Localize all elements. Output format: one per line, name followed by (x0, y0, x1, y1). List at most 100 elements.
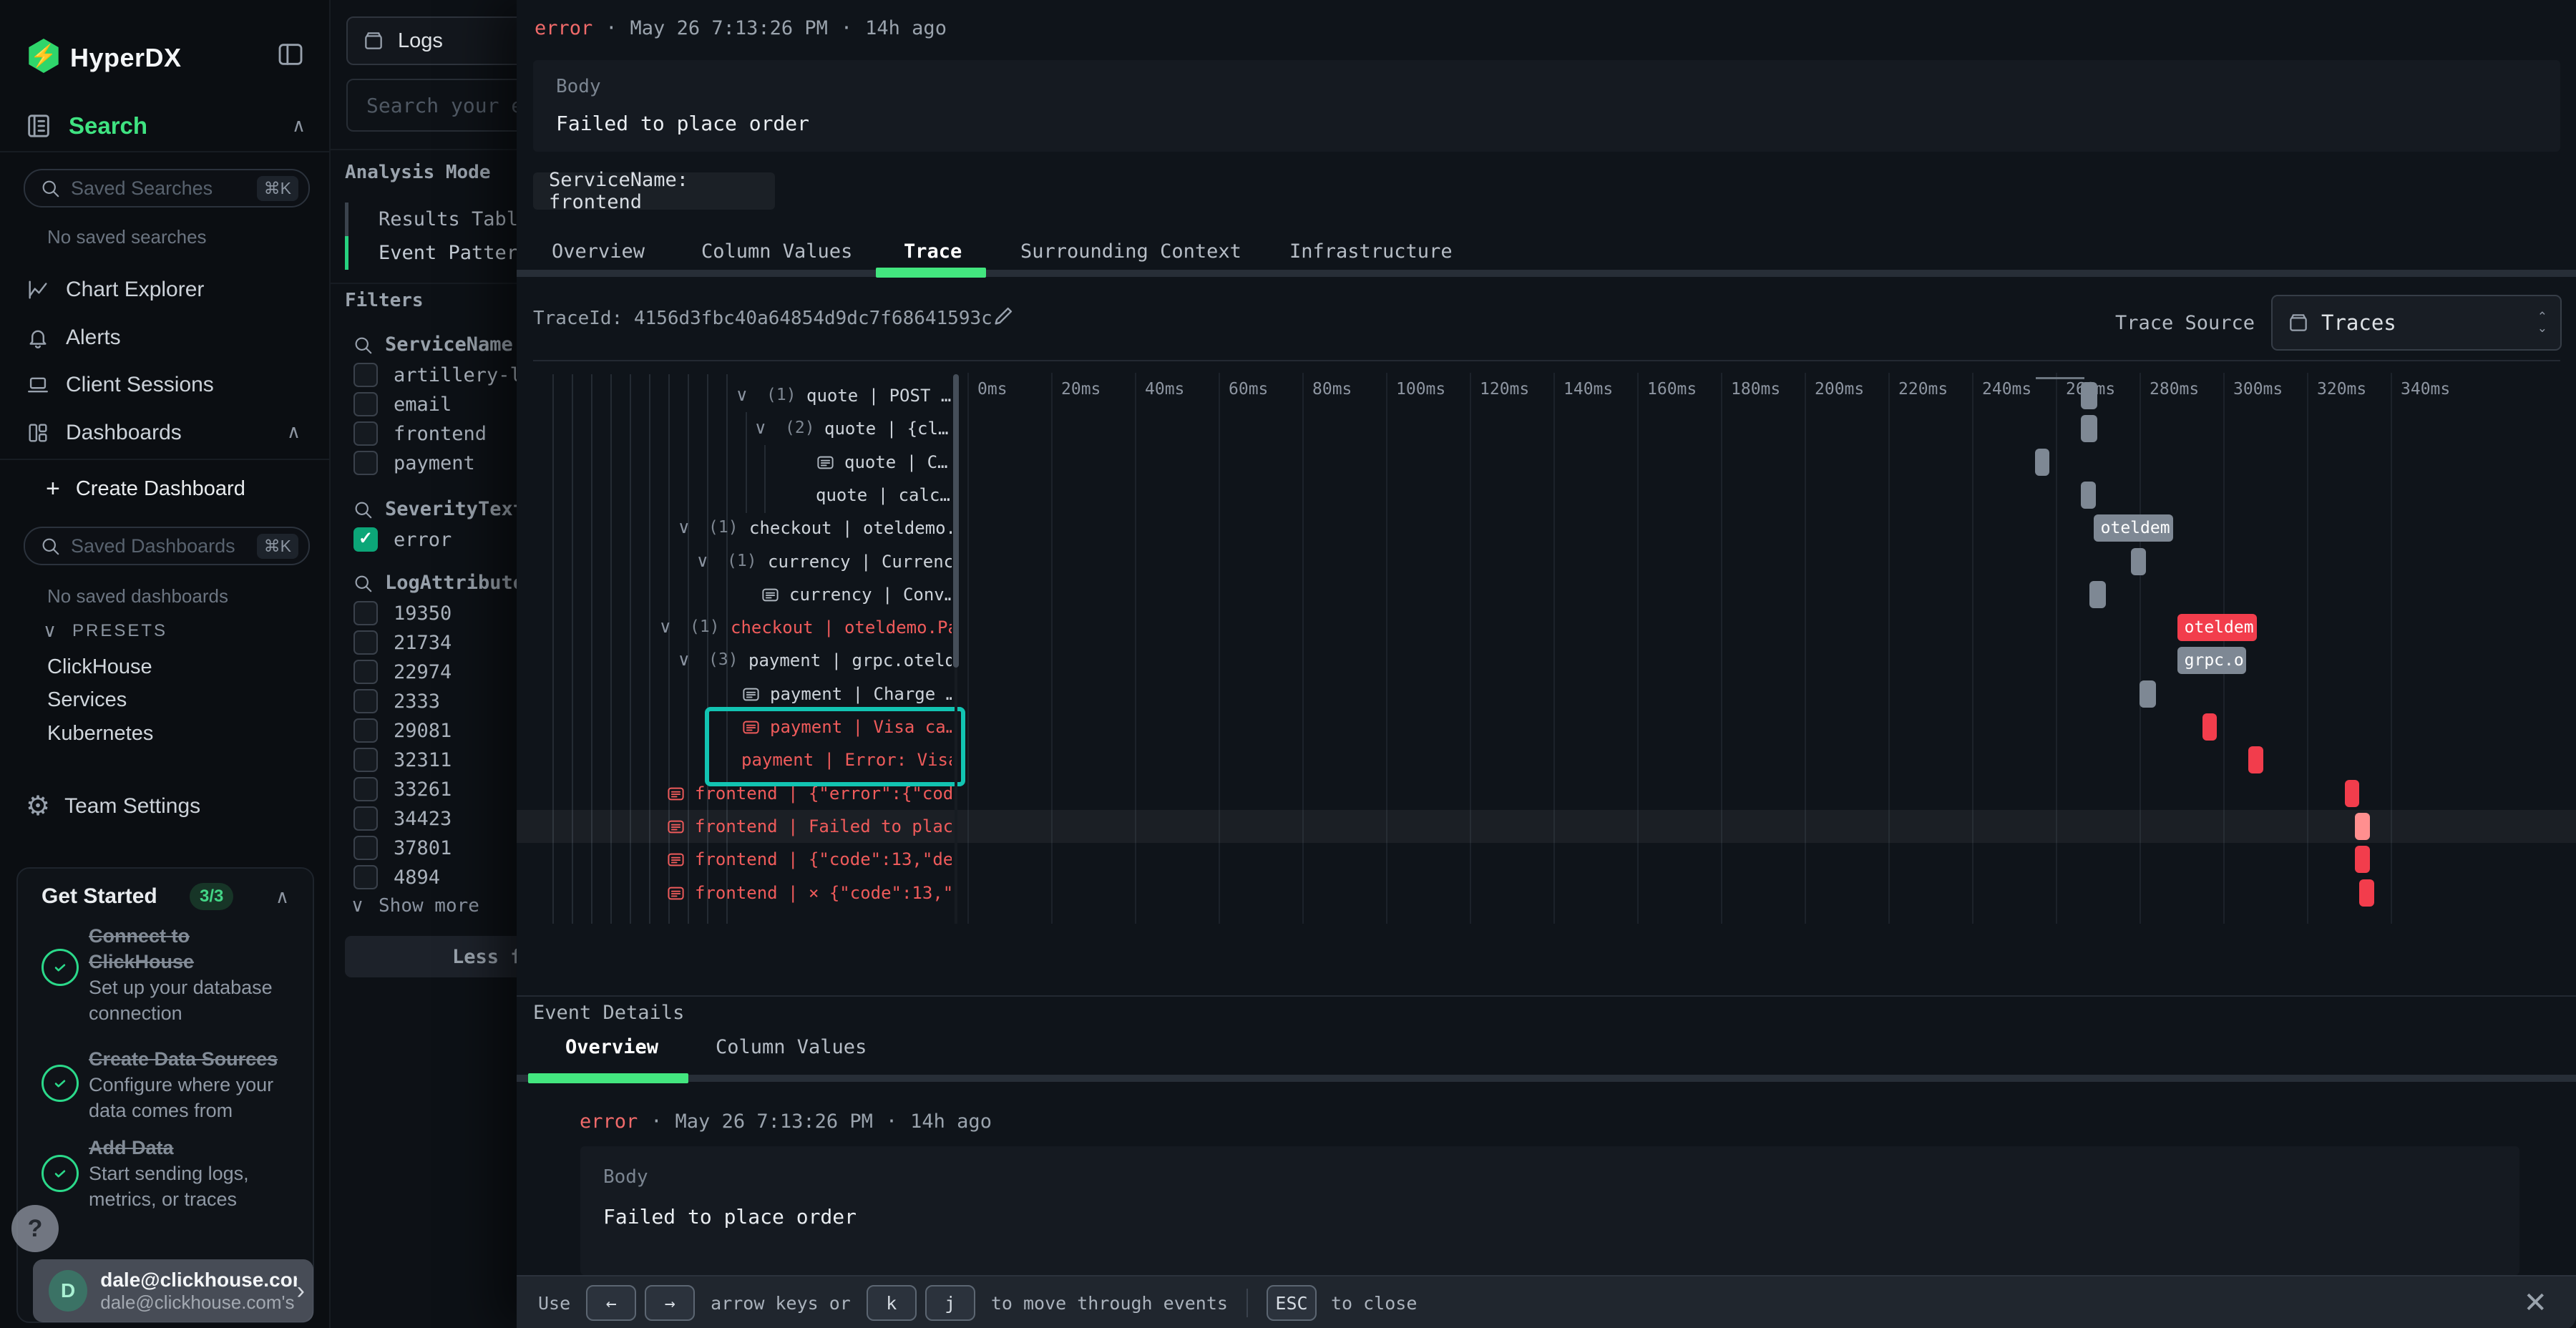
trace-row[interactable]: frontend | {"code":13,"det… (517, 843, 2576, 876)
team-settings-button[interactable]: ⚙ Team Settings (26, 790, 200, 822)
sidebar-preset-kubernetes[interactable]: Kubernetes (47, 722, 153, 746)
checkbox[interactable] (353, 363, 378, 387)
saved-dashboards-input[interactable]: Saved Dashboards ⌘K (24, 527, 310, 565)
trace-row[interactable]: payment | Charge … (517, 678, 2576, 711)
show-more-button[interactable]: ∨ Show more (351, 894, 479, 917)
filter-option-33261[interactable]: 33261 (353, 777, 452, 801)
checkbox[interactable] (353, 451, 378, 475)
trace-row[interactable]: quote | C… (517, 446, 2576, 479)
span-bar[interactable] (2355, 846, 2369, 873)
help-button[interactable]: ? (11, 1205, 59, 1252)
span-bar[interactable] (2089, 581, 2106, 608)
sidebar-item-client-sessions[interactable]: Client Sessions (0, 363, 329, 407)
trace-row[interactable]: ∨(1)checkout | oteldemo.…oteldem (517, 512, 2576, 545)
trace-row-label[interactable]: payment | grpc.oteld… (748, 650, 952, 670)
sidebar-preset-clickhouse[interactable]: ClickHouse (47, 655, 152, 679)
presets-header[interactable]: ∨ PRESETS (43, 620, 167, 642)
checkbox[interactable] (353, 630, 378, 655)
trace-row[interactable]: ∨(1)quote | POST … (517, 379, 2576, 412)
trace-row[interactable]: ∨(1)checkout | oteldemo.Pa…oteldem (517, 611, 2576, 644)
checkbox[interactable] (353, 601, 378, 625)
trace-source-dropdown[interactable]: Traces ⌃⌄ (2271, 295, 2562, 351)
chevron-down-icon[interactable]: ∨ (696, 551, 709, 572)
chevron-down-icon[interactable]: ∨ (678, 517, 691, 538)
close-icon[interactable]: ✕ (2523, 1286, 2547, 1319)
span-bar[interactable] (2081, 415, 2097, 442)
sidebar-preset-services[interactable]: Services (47, 688, 127, 712)
trace-row[interactable]: ∨(3)payment | grpc.oteld…grpc.o (517, 644, 2576, 677)
span-bar[interactable] (2359, 879, 2373, 907)
checkbox[interactable] (353, 421, 378, 446)
checkbox-checked[interactable] (353, 527, 378, 552)
trace-row-label[interactable]: payment | Charge … (770, 684, 952, 704)
trace-row-label[interactable]: quote | calc… (816, 485, 950, 505)
checkbox[interactable] (353, 806, 378, 831)
trace-row-label[interactable]: quote | POST … (806, 386, 951, 406)
trace-row[interactable]: ∨(1)currency | Currenc… (517, 545, 2576, 578)
arrow-left-key[interactable]: ← (586, 1285, 636, 1321)
event-details-tab-overview[interactable]: Overview (565, 1036, 658, 1058)
trace-row[interactable]: currency | Conv… (517, 578, 2576, 611)
saved-searches-input[interactable]: Saved Searches ⌘K (24, 169, 310, 208)
chevron-down-icon[interactable]: ∨ (754, 418, 767, 439)
tab-surrounding-context[interactable]: Surrounding Context (1020, 240, 1241, 263)
filter-option-payment[interactable]: payment (353, 451, 475, 475)
sidebar-item-alerts[interactable]: Alerts (0, 316, 329, 360)
filter-option-4894[interactable]: 4894 (353, 865, 440, 889)
filter-option-32311[interactable]: 32311 (353, 748, 452, 772)
edit-trace-id-icon[interactable] (992, 303, 1016, 328)
trace-row-label[interactable]: frontend | Failed to place… (695, 816, 952, 836)
span-bar[interactable] (2202, 713, 2217, 741)
checkbox[interactable] (353, 660, 378, 684)
span-bar[interactable] (2081, 382, 2097, 409)
filter-option-frontend[interactable]: frontend (353, 421, 487, 446)
checkbox[interactable] (353, 689, 378, 713)
user-account-chip[interactable]: D dale@clickhouse.com dale@clickhouse.co… (33, 1259, 313, 1322)
span-bar[interactable] (2131, 548, 2145, 575)
trace-row-label[interactable]: checkout | oteldemo.Pa… (731, 617, 952, 638)
service-name-tag[interactable]: ServiceName: frontend (533, 172, 775, 210)
tab-infrastructure[interactable]: Infrastructure (1289, 240, 1453, 263)
filter-option-21734[interactable]: 21734 (353, 630, 452, 655)
filter-option-error[interactable]: error (353, 527, 452, 552)
trace-row-label[interactable]: currency | Currenc… (768, 552, 952, 572)
trace-row-label[interactable]: quote | {cl… (824, 419, 948, 439)
get-started-item-title[interactable]: Create Data Sources (89, 1046, 278, 1072)
filter-option-29081[interactable]: 29081 (353, 718, 452, 743)
chevron-up-icon[interactable]: ∨ (287, 422, 301, 444)
chevron-down-icon[interactable]: ∨ (659, 617, 672, 638)
chevron-up-icon[interactable]: ∨ (275, 887, 289, 909)
trace-row-label[interactable]: quote | C… (844, 452, 948, 472)
create-dashboard-button[interactable]: + Create Dashboard (46, 475, 245, 503)
span-bar[interactable]: grpc.o (2177, 647, 2247, 674)
search-section-header[interactable]: Search (24, 112, 147, 140)
chevron-up-icon[interactable]: ∨ (292, 116, 306, 138)
trace-row[interactable]: frontend | Failed to place… (517, 810, 2576, 843)
checkbox[interactable] (353, 777, 378, 801)
span-bar[interactable] (2345, 780, 2359, 807)
event-details-tab-column-values[interactable]: Column Values (716, 1036, 867, 1058)
trace-row-label[interactable]: currency | Conv… (789, 585, 952, 605)
span-bar[interactable]: oteldem (2177, 614, 2257, 641)
checkbox[interactable] (353, 865, 378, 889)
chevron-down-icon[interactable]: ∨ (736, 385, 748, 406)
checkbox[interactable] (353, 748, 378, 772)
sidebar-item-chart-explorer[interactable]: Chart Explorer (0, 268, 329, 312)
trace-row-label[interactable]: checkout | oteldemo.… (749, 518, 952, 538)
esc-key[interactable]: ESC (1267, 1285, 1317, 1321)
span-bar[interactable] (2081, 482, 2095, 509)
trace-row-label[interactable]: frontend | {"code":13,"det… (695, 849, 952, 869)
j-key[interactable]: j (925, 1285, 975, 1321)
tab-column-values[interactable]: Column Values (701, 240, 852, 263)
filter-option-19350[interactable]: 19350 (353, 601, 452, 625)
span-bar[interactable] (2035, 449, 2049, 476)
checkbox[interactable] (353, 392, 378, 416)
checkbox[interactable] (353, 836, 378, 860)
filter-group-servicename[interactable]: ServiceName (352, 333, 513, 356)
filter-group-logattributes[interactable]: LogAttributes (352, 572, 536, 594)
filter-option-email[interactable]: email (353, 392, 452, 416)
collapse-sidebar-icon[interactable] (276, 40, 305, 69)
trace-row[interactable]: ∨(2)quote | {cl… (517, 412, 2576, 445)
span-bar[interactable]: oteldem (2094, 514, 2173, 542)
span-bar[interactable] (2248, 746, 2263, 773)
